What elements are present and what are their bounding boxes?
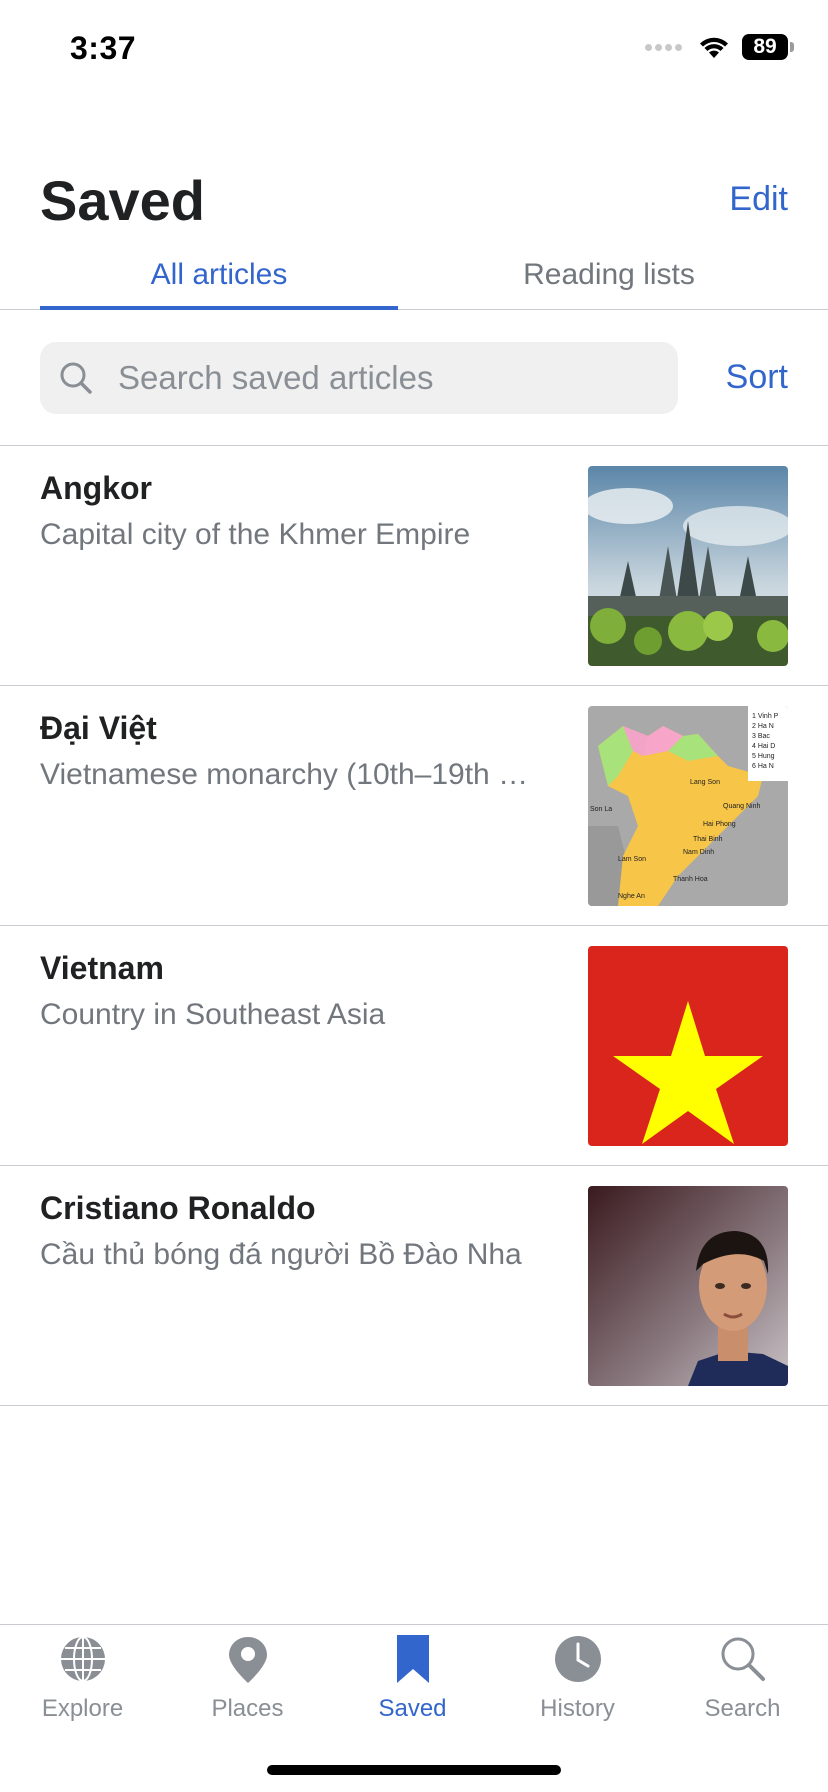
active-tab-indicator [40, 306, 398, 310]
status-indicators: 89 [645, 34, 794, 60]
page-title: Saved [40, 169, 205, 232]
tab-bar-explore[interactable]: Explore [0, 1625, 165, 1745]
article-title: Angkor [40, 470, 152, 506]
angkor-thumbnail [588, 466, 788, 666]
vietnam-flag-thumbnail [588, 946, 788, 1146]
tab-bar-search[interactable]: Search [660, 1625, 825, 1745]
search-box[interactable] [40, 342, 678, 414]
tab-all-articles[interactable]: All articles [40, 258, 398, 292]
article-description: Cầu thủ bóng đá người Bồ Đào Nha [40, 1238, 522, 1271]
home-indicator[interactable] [267, 1765, 561, 1775]
svg-text:5 Hung: 5 Hung [752, 753, 775, 760]
article-description: Vietnamese monarchy (10th–19th century) [40, 758, 530, 791]
tab-bar-label: Explore [41, 1695, 124, 1722]
search-icon [60, 362, 92, 394]
tab-bar-label: History [540, 1695, 615, 1722]
map-label: Hai Phong [703, 821, 736, 828]
article-title: Cristiano Ronaldo [40, 1190, 316, 1226]
cellular-signal-icon [645, 43, 682, 51]
status-time: 3:37 [70, 30, 137, 66]
map-label: Nam Dinh [683, 849, 714, 856]
clock-icon [554, 1636, 601, 1682]
tab-reading-lists[interactable]: Reading lists [430, 258, 788, 292]
battery-icon: 89 [742, 34, 788, 60]
tab-bar-label: Search [704, 1695, 781, 1722]
list-item[interactable]: Cristiano Ronaldo Cầu thủ bóng đá người … [0, 1166, 828, 1406]
svg-text:3 Bac: 3 Bac [752, 733, 770, 740]
map-label: Thanh Hoa [673, 876, 708, 883]
tab-bar-saved[interactable]: Saved [330, 1625, 495, 1745]
list-item[interactable]: Vietnam Country in Southeast Asia [0, 926, 828, 1166]
tab-bar-history[interactable]: History [495, 1625, 660, 1745]
svg-text:6 Ha N: 6 Ha N [752, 763, 774, 770]
svg-text:1 Vinh P: 1 Vinh P [752, 713, 779, 720]
ronaldo-thumbnail [588, 1186, 788, 1386]
search-icon [721, 1637, 765, 1681]
tab-bar-label: Places [211, 1695, 284, 1722]
tab-bar-places[interactable]: Places [165, 1625, 330, 1745]
map-label: Lang Son [690, 779, 720, 786]
map-label: Thai Binh [693, 836, 723, 843]
map-label: Nghe An [618, 893, 645, 900]
list-item[interactable]: Đại Việt Vietnamese monarchy (10th–19th … [0, 686, 828, 926]
tab-bar-label: Saved [378, 1695, 447, 1722]
search-input[interactable] [118, 359, 658, 397]
article-title: Đại Việt [40, 710, 157, 746]
dai-viet-map-thumbnail: 1 Vinh P 2 Ha N 3 Bac 4 Hai D 5 Hung 6 H… [588, 706, 788, 906]
battery-tip [790, 42, 794, 52]
article-description: Country in Southeast Asia [40, 998, 386, 1031]
edit-button[interactable]: Edit [729, 180, 788, 219]
article-description: Capital city of the Khmer Empire [40, 518, 471, 551]
list-item[interactable]: Angkor Capital city of the Khmer Empire [0, 446, 828, 686]
article-title: Vietnam [40, 950, 164, 986]
map-pin-icon [228, 1637, 267, 1683]
map-label: Son La [590, 806, 612, 813]
wifi-icon [700, 37, 728, 58]
map-label: Quang Ninh [723, 803, 760, 810]
globe-icon [60, 1636, 105, 1682]
saved-tabs: All articles Reading lists [0, 250, 828, 310]
sort-button[interactable]: Sort [726, 358, 788, 397]
svg-text:2 Ha N: 2 Ha N [752, 723, 774, 730]
status-bar: 3:37 89 [0, 0, 828, 100]
map-label: Lam Son [618, 856, 646, 863]
svg-text:4 Hai D: 4 Hai D [752, 743, 775, 750]
bookmark-icon [396, 1635, 429, 1683]
saved-articles-list: Angkor Capital city of the Khmer Empire [0, 445, 828, 1406]
